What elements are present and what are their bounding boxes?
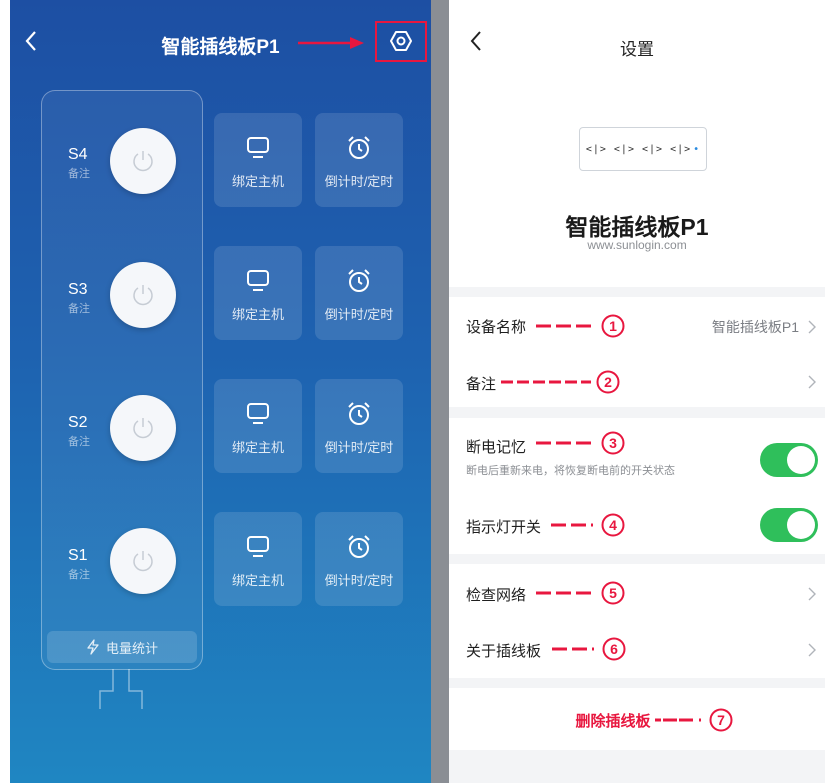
alarm-clock-icon: [348, 402, 370, 425]
timer-button[interactable]: 倒计时/定时: [315, 379, 403, 473]
lightning-icon: [87, 639, 99, 655]
timer-label: 倒计时/定时: [324, 440, 394, 455]
socket-id: S3: [68, 281, 88, 298]
toggle-knob: [787, 446, 815, 474]
alarm-clock-icon: [348, 136, 370, 159]
monitor-icon: [247, 403, 269, 424]
memory-label: 断电记忆: [466, 439, 527, 456]
alarm-clock-icon: [348, 269, 370, 292]
bind-host-label: 绑定主机: [231, 573, 284, 588]
annotation-num: 4: [609, 517, 617, 533]
toggle-knob: [787, 511, 815, 539]
device-led-dot: •: [693, 143, 701, 155]
power-stats-button[interactable]: 电量统计: [47, 631, 197, 663]
timer-label: 倒计时/定时: [324, 174, 394, 189]
delete-strip-button[interactable]: 删除插线板 7: [449, 700, 825, 740]
bind-host-button[interactable]: 绑定主机: [214, 512, 302, 606]
annotation-arrow: [298, 37, 364, 49]
power-button[interactable]: [110, 128, 176, 194]
chevron-right-icon: [808, 643, 816, 657]
check-network-label: 检查网络: [466, 587, 527, 604]
power-icon: [133, 551, 153, 572]
power-icon: [133, 418, 153, 439]
annotation-marker-6: 6: [552, 637, 626, 661]
power-cable: [99, 669, 143, 709]
timer-button[interactable]: 倒计时/定时: [315, 113, 403, 207]
bind-host-button[interactable]: 绑定主机: [214, 113, 302, 207]
smart-strip-panel: 智能插线板P1 S4 备注 绑定主机 倒计时/定时 S3 备注 绑定主机 倒计时…: [10, 0, 431, 783]
socket-note: 备注: [68, 168, 90, 180]
annotation-num: 5: [609, 585, 617, 601]
bind-host-label: 绑定主机: [231, 174, 284, 189]
power-button[interactable]: [110, 395, 176, 461]
annotation-num: 7: [717, 712, 725, 728]
about-label: 关于插线板: [466, 643, 542, 660]
annotation-num: 3: [609, 435, 617, 451]
monitor-icon: [247, 536, 269, 557]
bind-host-label: 绑定主机: [231, 440, 284, 455]
monitor-icon: [247, 270, 269, 291]
annotation-num: 1: [609, 318, 617, 334]
chevron-right-icon: [808, 587, 816, 601]
device-url: www.sunlogin.com: [587, 238, 687, 252]
annotation-marker-3: 3: [536, 431, 625, 455]
chevron-right-icon: [808, 375, 816, 389]
memory-description: 断电后重新来电，将恢复断电前的开关状态: [466, 465, 675, 477]
device-name-label: 设备名称: [466, 319, 527, 336]
socket-id: S4: [68, 146, 88, 163]
power-stats-label: 电量统计: [105, 640, 158, 656]
timer-label: 倒计时/定时: [324, 307, 394, 322]
remark-label: 备注: [466, 376, 497, 393]
socket-id: S2: [68, 414, 88, 431]
annotation-marker-2: 2: [501, 370, 620, 394]
power-icon: [133, 151, 153, 172]
annotation-num: 2: [604, 374, 612, 390]
annotation-marker-7: 7: [654, 708, 732, 732]
power-button[interactable]: [110, 262, 176, 328]
power-button[interactable]: [110, 528, 176, 594]
socket-note: 备注: [68, 569, 90, 581]
timer-button[interactable]: 倒计时/定时: [315, 512, 403, 606]
settings-hex-icon[interactable]: [390, 30, 412, 52]
settings-panel: 设置 <|> <|> <|> <|> • 智能插线板P1 www.sunlogi…: [449, 0, 825, 783]
socket-id: S1: [68, 547, 88, 564]
device-name-value: 智能插线板P1: [711, 319, 799, 335]
socket-note: 备注: [68, 436, 90, 448]
power-icon: [133, 285, 153, 306]
bind-host-button[interactable]: 绑定主机: [214, 379, 302, 473]
socket-note: 备注: [68, 303, 90, 315]
device-image: <|> <|> <|> <|> •: [579, 127, 707, 171]
monitor-icon: [247, 137, 269, 158]
chevron-right-icon: [808, 320, 816, 334]
memory-toggle[interactable]: [760, 443, 818, 477]
delete-label: 删除插线板: [575, 712, 651, 730]
bind-host-label: 绑定主机: [231, 307, 284, 322]
alarm-clock-icon: [348, 535, 370, 558]
timer-label: 倒计时/定时: [324, 573, 394, 588]
annotation-marker-1: 1: [536, 314, 625, 338]
device-image-glyphs: <|> <|> <|> <|>: [585, 143, 692, 155]
annotation-marker-5: 5: [536, 581, 625, 605]
indicator-label: 指示灯开关: [466, 519, 542, 536]
page-title: 智能插线板P1: [161, 37, 280, 58]
settings-title: 设置: [620, 40, 654, 59]
bind-host-button[interactable]: 绑定主机: [214, 246, 302, 340]
annotation-num: 6: [610, 641, 618, 657]
annotation-marker-4: 4: [551, 513, 625, 537]
indicator-toggle[interactable]: [760, 508, 818, 542]
device-info-card: [449, 82, 825, 287]
panel-divider: [431, 0, 449, 783]
device-name-heading: 智能插线板P1: [565, 214, 709, 240]
timer-button[interactable]: 倒计时/定时: [315, 246, 403, 340]
